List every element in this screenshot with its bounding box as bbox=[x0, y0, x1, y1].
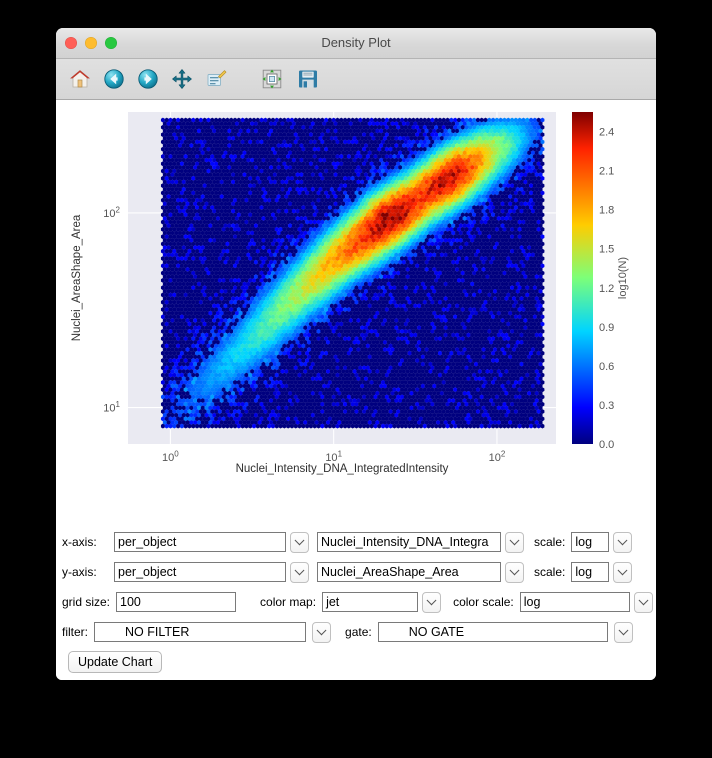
x-axis-table-dropdown-arrow[interactable] bbox=[290, 532, 309, 553]
svg-text:0.3: 0.3 bbox=[599, 400, 614, 412]
x-axis-label: Nuclei_Intensity_DNA_IntegratedIntensity bbox=[236, 463, 449, 475]
y-scale-field[interactable]: log bbox=[571, 562, 609, 582]
y-axis-column-dropdown-arrow[interactable] bbox=[505, 562, 524, 583]
y-axis-column-field[interactable]: Nuclei_AreaShape_Area bbox=[317, 562, 501, 582]
color-map-field[interactable]: jet bbox=[322, 592, 418, 612]
home-icon[interactable] bbox=[64, 63, 96, 95]
toolbar-nav-group bbox=[64, 63, 232, 95]
colorbar-tick-labels: 0.0 0.3 0.6 0.9 1.2 1.5 1.8 2.1 2.4 bbox=[599, 127, 614, 451]
x-axis-table-field[interactable]: per_object bbox=[114, 532, 286, 552]
filter-gate-row: filter: NO FILTER gate: NO GATE bbox=[56, 619, 656, 645]
color-map-label-text: color map: bbox=[260, 595, 316, 609]
color-map-dropdown-arrow[interactable] bbox=[422, 592, 441, 613]
svg-text:2.4: 2.4 bbox=[599, 127, 614, 139]
x-scale-field[interactable]: log bbox=[571, 532, 609, 552]
x-scale-dropdown-arrow[interactable] bbox=[613, 532, 632, 553]
density-plot-figure: 100101102 101102 Nuclei_Intensity_DNA_In… bbox=[56, 100, 656, 525]
back-arrow-icon[interactable] bbox=[98, 63, 130, 95]
filter-label-text: filter: bbox=[62, 625, 88, 639]
color-scale-dropdown-arrow[interactable] bbox=[634, 592, 653, 613]
window-title: Density Plot bbox=[56, 28, 656, 58]
y-axis-row: y-axis: per_object Nuclei_AreaShape_Area… bbox=[56, 559, 656, 585]
y-scale-label-text: scale: bbox=[534, 565, 565, 579]
update-row: Update Chart bbox=[56, 649, 656, 675]
filter-field[interactable]: NO FILTER bbox=[94, 622, 306, 642]
x-scale-label-text: scale: bbox=[534, 535, 565, 549]
density-plot-window: Density Plot bbox=[56, 28, 656, 680]
controls-panel: x-axis: per_object Nuclei_Intensity_DNA_… bbox=[56, 525, 656, 680]
x-axis-row: x-axis: per_object Nuclei_Intensity_DNA_… bbox=[56, 529, 656, 555]
gate-label-text: gate: bbox=[345, 625, 372, 639]
svg-text:2.1: 2.1 bbox=[599, 166, 614, 178]
svg-text:0.6: 0.6 bbox=[599, 361, 614, 373]
y-axis-label-text: y-axis: bbox=[62, 565, 114, 579]
title-bar: Density Plot bbox=[56, 28, 656, 59]
svg-text:0.0: 0.0 bbox=[599, 439, 614, 451]
y-axis-table-field[interactable]: per_object bbox=[114, 562, 286, 582]
color-scale-label-text: color scale: bbox=[453, 595, 514, 609]
grid-size-label-text: grid size: bbox=[62, 595, 110, 609]
x-axis-column-field[interactable]: Nuclei_Intensity_DNA_Integra bbox=[317, 532, 501, 552]
navigation-toolbar bbox=[56, 59, 656, 100]
svg-text:1.2: 1.2 bbox=[599, 283, 614, 295]
y-axis-table-dropdown-arrow[interactable] bbox=[290, 562, 309, 583]
svg-text:1.5: 1.5 bbox=[599, 244, 614, 256]
x-axis-label-text: x-axis: bbox=[62, 535, 114, 549]
y-axis-label: Nuclei_AreaShape_Area bbox=[71, 214, 83, 341]
grid-color-row: grid size: 100 color map: jet color scal… bbox=[56, 589, 656, 615]
svg-text:0.9: 0.9 bbox=[599, 322, 614, 334]
color-scale-field[interactable]: log bbox=[520, 592, 630, 612]
toolbar-action-group bbox=[256, 63, 324, 95]
forward-arrow-icon[interactable] bbox=[132, 63, 164, 95]
figure-canvas[interactable]: 100101102 101102 Nuclei_Intensity_DNA_In… bbox=[56, 100, 656, 525]
configure-subplots-icon[interactable] bbox=[256, 63, 288, 95]
pan-move-icon[interactable] bbox=[166, 63, 198, 95]
update-chart-button[interactable]: Update Chart bbox=[68, 651, 162, 673]
y-scale-dropdown-arrow[interactable] bbox=[613, 562, 632, 583]
filter-dropdown-arrow[interactable] bbox=[312, 622, 331, 643]
x-axis-column-dropdown-arrow[interactable] bbox=[505, 532, 524, 553]
gate-dropdown-arrow[interactable] bbox=[614, 622, 633, 643]
colorbar-label: log10(N) bbox=[617, 257, 629, 299]
save-floppy-icon[interactable] bbox=[292, 63, 324, 95]
zoom-rect-icon[interactable] bbox=[200, 63, 232, 95]
hexbin-density-layer bbox=[161, 118, 544, 429]
gate-field[interactable]: NO GATE bbox=[378, 622, 608, 642]
grid-size-input[interactable]: 100 bbox=[116, 592, 236, 612]
svg-text:1.8: 1.8 bbox=[599, 205, 614, 217]
